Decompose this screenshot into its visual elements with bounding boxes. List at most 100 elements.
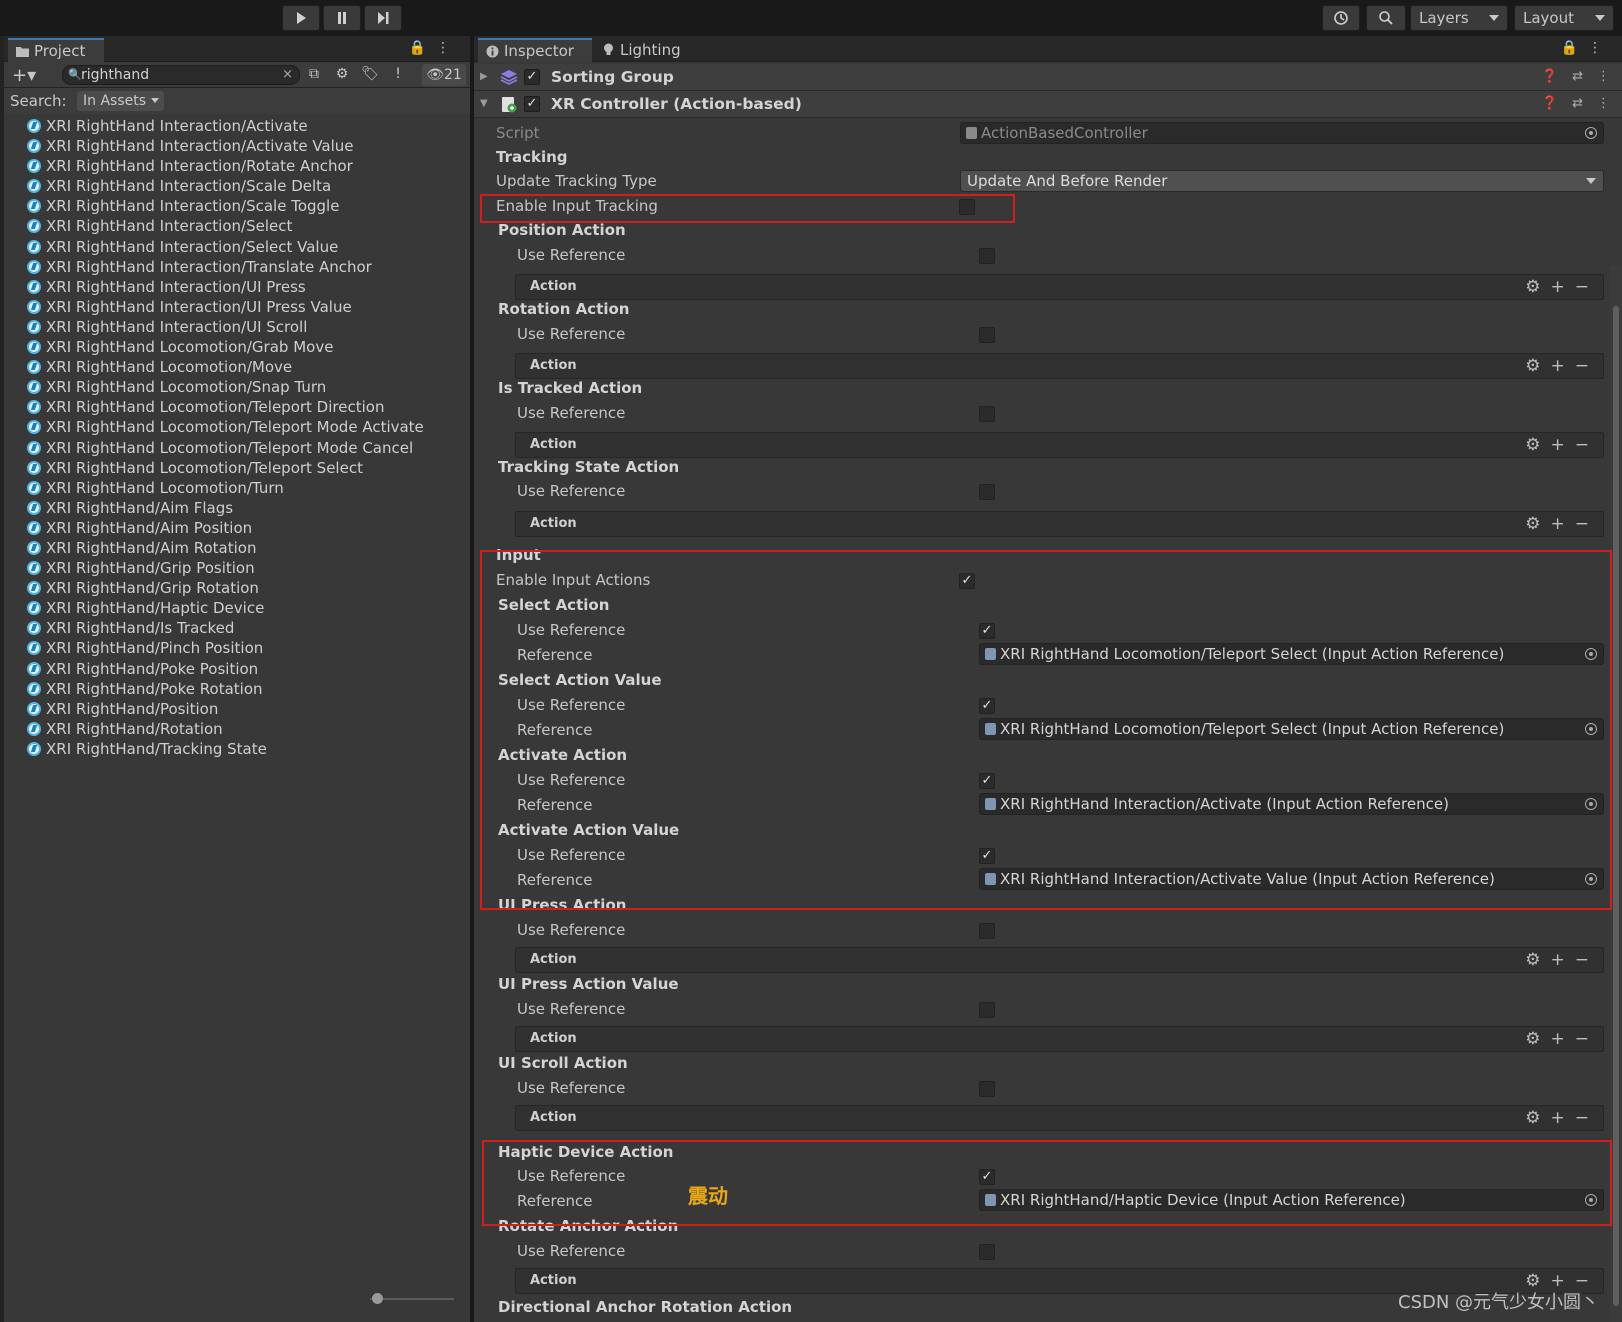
enable-input-tracking-checkbox[interactable] <box>959 199 975 215</box>
action-bar-icons[interactable]: ⚙ + − <box>1515 435 1589 455</box>
haptic-use-reference-checkbox[interactable]: ✓ <box>979 1169 995 1185</box>
play-button[interactable] <box>282 5 320 31</box>
haptic-reference-field[interactable]: XRI RightHand/Haptic Device (Input Actio… <box>979 1189 1604 1211</box>
asset-list-item[interactable]: XRI RightHand Interaction/UI Press Value <box>4 297 470 317</box>
enable-input-actions-checkbox[interactable]: ✓ <box>959 573 975 589</box>
tab-inspector[interactable]: Inspector <box>478 38 592 62</box>
asset-list-item[interactable]: XRI RightHand/Rotation <box>4 719 470 739</box>
activate-value-reference-field[interactable]: XRI RightHand Interaction/Activate Value… <box>979 868 1604 890</box>
update-tracking-type-dropdown[interactable]: Update And Before Render <box>960 170 1604 192</box>
object-picker-icon[interactable] <box>1585 127 1597 139</box>
warning-icon[interactable]: ! <box>388 66 408 84</box>
asset-list-item[interactable]: XRI RightHand Interaction/Select <box>4 216 470 236</box>
clear-search-icon[interactable]: × <box>282 66 293 84</box>
select-value-use-reference-checkbox[interactable]: ✓ <box>979 698 995 714</box>
asset-list-item[interactable]: XRI RightHand Locomotion/Teleport Mode A… <box>4 417 470 437</box>
asset-list-item[interactable]: XRI RightHand Interaction/Rotate Anchor <box>4 156 470 176</box>
activate-value-use-reference-checkbox[interactable]: ✓ <box>979 848 995 864</box>
asset-list-item[interactable]: XRI RightHand Interaction/Activate <box>4 116 470 136</box>
ui-press-value-use-reference-checkbox[interactable] <box>979 1002 995 1018</box>
asset-list-item[interactable]: XRI RightHand Locomotion/Grab Move <box>4 337 470 357</box>
ui-scroll-use-reference-checkbox[interactable] <box>979 1081 995 1097</box>
scrollbar-thumb[interactable] <box>1613 306 1619 1306</box>
label-tag-icon[interactable]: 🏷 <box>360 66 380 84</box>
asset-list-item[interactable]: XRI RightHand Interaction/Scale Delta <box>4 176 470 196</box>
asset-list-item[interactable]: XRI RightHand Locomotion/Snap Turn <box>4 377 470 397</box>
create-button[interactable]: +▾ <box>12 65 36 86</box>
object-picker-icon[interactable] <box>1585 798 1597 810</box>
pause-button[interactable] <box>323 5 361 31</box>
select-use-reference-checkbox[interactable]: ✓ <box>979 623 995 639</box>
select-value-reference-field[interactable]: XRI RightHand Locomotion/Teleport Select… <box>979 718 1604 740</box>
action-bar-icons[interactable]: ⚙ + − <box>1515 1029 1589 1049</box>
tab-lighting[interactable]: Lighting <box>594 38 693 62</box>
action-bar-icons[interactable]: ⚙ + − <box>1515 1108 1589 1128</box>
is-tracked-action-bar[interactable]: Action ⚙ + − <box>515 432 1604 458</box>
action-bar-icons[interactable]: ⚙ + − <box>1515 950 1589 970</box>
asset-list-item[interactable]: XRI RightHand/Tracking State <box>4 739 470 759</box>
asset-list-item[interactable]: XRI RightHand Interaction/Translate Anch… <box>4 257 470 277</box>
position-use-reference-checkbox[interactable] <box>979 248 995 264</box>
rotation-use-reference-checkbox[interactable] <box>979 327 995 343</box>
sorting-group-header[interactable]: ▶ ✓ Sorting Group ❓ ⇄ ⋮ <box>474 64 1622 91</box>
position-action-bar[interactable]: Action ⚙ + − <box>515 274 1604 300</box>
asset-list-item[interactable]: XRI RightHand/Aim Position <box>4 518 470 538</box>
ui-press-value-action-bar[interactable]: Action ⚙ + − <box>515 1026 1604 1052</box>
panel-menu-icons[interactable]: 🔒⋮ <box>1561 40 1612 56</box>
rotate-anchor-use-reference-checkbox[interactable] <box>979 1244 995 1260</box>
asset-list-item[interactable]: XRI RightHand/Poke Rotation <box>4 679 470 699</box>
search-button[interactable] <box>1366 5 1406 31</box>
action-bar-icons[interactable]: ⚙ + − <box>1515 356 1589 376</box>
tab-project[interactable]: Project <box>8 38 104 62</box>
hidden-packages-toggle[interactable]: 👁21 <box>422 64 466 86</box>
select-reference-field[interactable]: XRI RightHand Locomotion/Teleport Select… <box>979 643 1604 665</box>
tracking-state-action-bar[interactable]: Action ⚙ + − <box>515 511 1604 537</box>
project-search-input[interactable]: 🔍 righthand × <box>62 65 300 85</box>
tracking-state-use-reference-checkbox[interactable] <box>979 484 995 500</box>
asset-list-item[interactable]: XRI RightHand/Is Tracked <box>4 618 470 638</box>
activate-reference-field[interactable]: XRI RightHand Interaction/Activate (Inpu… <box>979 793 1604 815</box>
ui-press-use-reference-checkbox[interactable] <box>979 923 995 939</box>
sorting-group-enabled-checkbox[interactable]: ✓ <box>524 69 540 85</box>
inspector-scrollbar[interactable] <box>1610 266 1622 1322</box>
filter-type-icon[interactable]: ⚙ <box>332 66 352 84</box>
asset-list-item[interactable]: XRI RightHand/Haptic Device <box>4 598 470 618</box>
fold-right-icon[interactable]: ▶ <box>480 71 488 82</box>
object-picker-icon[interactable] <box>1585 723 1597 735</box>
asset-list-item[interactable]: XRI RightHand Interaction/UI Scroll <box>4 317 470 337</box>
icon-size-slider[interactable] <box>370 1293 454 1304</box>
layers-dropdown[interactable]: Layers <box>1410 5 1508 31</box>
asset-list-item[interactable]: XRI RightHand Locomotion/Move <box>4 357 470 377</box>
asset-list-item[interactable]: XRI RightHand Interaction/Select Value <box>4 237 470 257</box>
asset-list-item[interactable]: XRI RightHand/Grip Position <box>4 558 470 578</box>
object-picker-icon[interactable] <box>1585 873 1597 885</box>
component-icons[interactable]: ❓ ⇄ ⋮ <box>1528 96 1610 111</box>
asset-list-item[interactable]: XRI RightHand/Poke Position <box>4 659 470 679</box>
asset-list-item[interactable]: XRI RightHand Interaction/Scale Toggle <box>4 196 470 216</box>
rotation-action-bar[interactable]: Action ⚙ + − <box>515 353 1604 379</box>
fold-down-icon[interactable]: ▼ <box>480 98 488 109</box>
asset-list-item[interactable]: XRI RightHand Interaction/UI Press <box>4 277 470 297</box>
asset-list-item[interactable]: XRI RightHand/Aim Flags <box>4 498 470 518</box>
asset-list-item[interactable]: XRI RightHand Locomotion/Teleport Select <box>4 458 470 478</box>
panel-menu-icons[interactable]: 🔒⋮ <box>409 40 460 56</box>
layout-dropdown[interactable]: Layout <box>1514 5 1614 31</box>
search-scope-dropdown[interactable]: In Assets <box>77 91 165 111</box>
asset-list-item[interactable]: XRI RightHand Locomotion/Teleport Direct… <box>4 397 470 417</box>
xr-controller-enabled-checkbox[interactable]: ✓ <box>524 96 540 112</box>
object-picker-icon[interactable] <box>1585 1194 1597 1206</box>
search-by-type-icon[interactable]: ⧉ <box>304 66 324 84</box>
object-picker-icon[interactable] <box>1585 648 1597 660</box>
slider-knob[interactable] <box>372 1293 383 1304</box>
action-bar-icons[interactable]: ⚙ + − <box>1515 514 1589 534</box>
asset-list-item[interactable]: XRI RightHand/Aim Rotation <box>4 538 470 558</box>
is-tracked-use-reference-checkbox[interactable] <box>979 406 995 422</box>
ui-scroll-action-bar[interactable]: Action ⚙ + − <box>515 1105 1604 1131</box>
xr-controller-header[interactable]: ▼ ✓ XR Controller (Action-based) ❓ ⇄ ⋮ <box>474 91 1622 118</box>
step-button[interactable] <box>364 5 402 31</box>
asset-list-item[interactable]: XRI RightHand/Pinch Position <box>4 638 470 658</box>
action-bar-icons[interactable]: ⚙ + − <box>1515 277 1589 297</box>
asset-list-item[interactable]: XRI RightHand Locomotion/Teleport Mode C… <box>4 438 470 458</box>
asset-list-item[interactable]: XRI RightHand Locomotion/Turn <box>4 478 470 498</box>
asset-list-item[interactable]: XRI RightHand/Grip Rotation <box>4 578 470 598</box>
